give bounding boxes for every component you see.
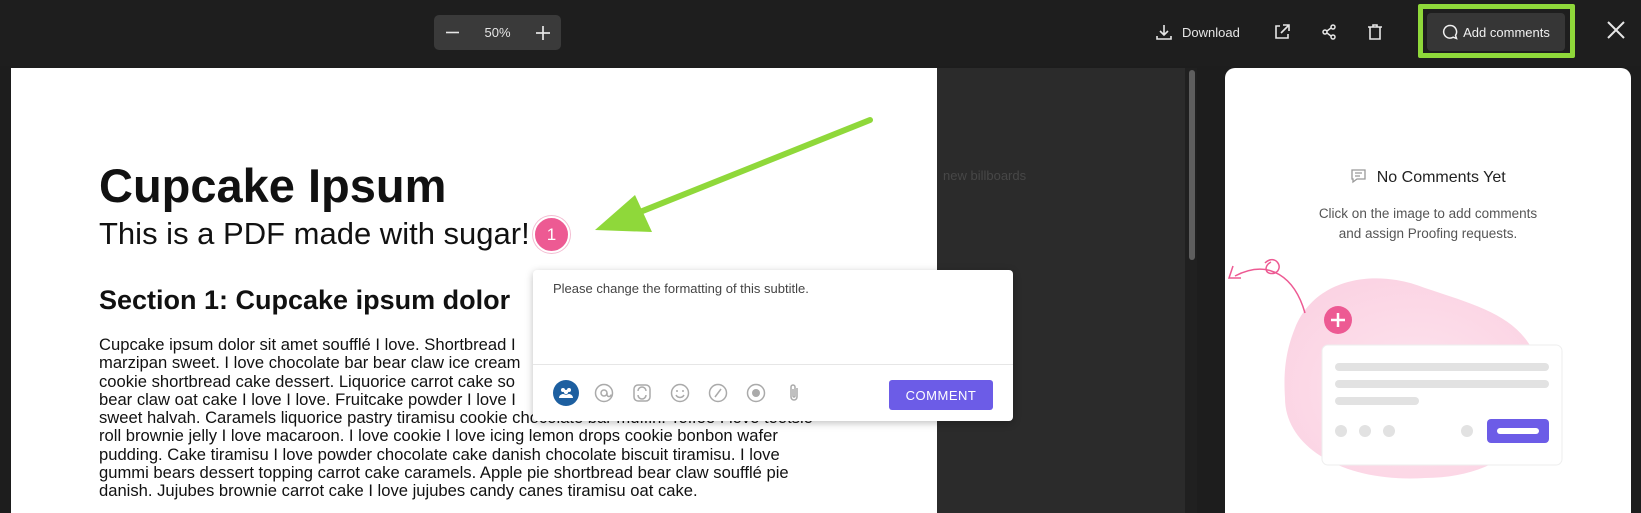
download-button[interactable]: Download	[1155, 18, 1240, 46]
record-icon	[746, 383, 766, 403]
snippet-button[interactable]	[629, 380, 655, 406]
mention-icon	[594, 383, 614, 403]
no-comments-title-text: No Comments Yet	[1376, 169, 1506, 186]
download-label: Download	[1182, 24, 1240, 40]
close-icon	[1607, 21, 1625, 39]
background-ghost-text: new billboards	[943, 168, 1027, 183]
emoji-icon	[670, 383, 690, 403]
paperclip-icon	[790, 384, 798, 401]
doc-title: Cupcake Ipsum	[99, 159, 447, 212]
top-toolbar	[0, 0, 1641, 66]
mention-button[interactable]	[591, 380, 617, 406]
zoom-control: 50%	[434, 15, 561, 50]
body-line: gummi bears dessert topping carrot cake …	[99, 463, 789, 483]
annotation-arrow	[595, 117, 873, 232]
no-comments-description: Click on the image to add comments and a…	[1225, 204, 1631, 244]
command-button[interactable]	[705, 380, 731, 406]
body-line: roll brownie jelly I love macaroon. I lo…	[99, 426, 778, 446]
share-icon	[1322, 24, 1336, 40]
comments-panel: No Comments Yet Click on the image to ad…	[1225, 68, 1631, 513]
comment-icon	[1443, 24, 1458, 40]
team-button[interactable]	[553, 380, 579, 406]
attachment-button[interactable]	[781, 380, 807, 406]
trash-icon	[1368, 24, 1382, 40]
zoom-level: 50%	[484, 25, 511, 40]
comment-toolbar	[553, 380, 819, 406]
comment-pin[interactable]: 1	[533, 216, 570, 253]
comment-submit-button[interactable]: COMMENT	[889, 380, 993, 410]
no-comments-title: No Comments Yet	[1225, 168, 1631, 187]
body-line: pudding. Cake tiramisu I love powder cho…	[99, 444, 780, 464]
scrollbar-thumb[interactable]	[1189, 70, 1195, 260]
add-comments-button[interactable]: Add comments	[1427, 13, 1565, 51]
delete-button[interactable]	[1367, 18, 1383, 46]
add-comments-label: Add comments	[1463, 24, 1550, 40]
share-button[interactable]	[1320, 18, 1338, 46]
divider	[533, 364, 1013, 365]
record-button[interactable]	[743, 380, 769, 406]
doc-subtitle: This is a PDF made with sugar!	[99, 216, 530, 251]
desc-line: and assign Proofing requests.	[1338, 226, 1518, 241]
left-gutter	[0, 68, 11, 513]
zoom-in-button[interactable]	[525, 15, 561, 50]
desc-line: Click on the image to add comments	[1318, 206, 1538, 221]
close-button[interactable]	[1606, 20, 1626, 45]
doc-section-heading: Section 1: Cupcake ipsum dolor	[99, 285, 511, 315]
download-icon	[1156, 25, 1172, 40]
attach-icon	[633, 384, 651, 402]
comment-popup: Please change the formatting of this sub…	[533, 270, 1013, 421]
zoom-out-button[interactable]	[434, 15, 470, 50]
comment-input[interactable]: Please change the formatting of this sub…	[553, 281, 809, 296]
slash-icon	[708, 383, 728, 403]
external-link-icon	[1275, 24, 1290, 39]
empty-state-illustration	[1227, 258, 1563, 479]
plus-icon	[536, 25, 550, 40]
team-icon	[559, 388, 573, 398]
emoji-button[interactable]	[667, 380, 693, 406]
body-line: danish. Jujubes brownie carrot cake I lo…	[99, 481, 698, 501]
open-external-button[interactable]	[1273, 18, 1291, 46]
minus-icon	[445, 31, 459, 34]
comments-icon	[1351, 169, 1366, 184]
